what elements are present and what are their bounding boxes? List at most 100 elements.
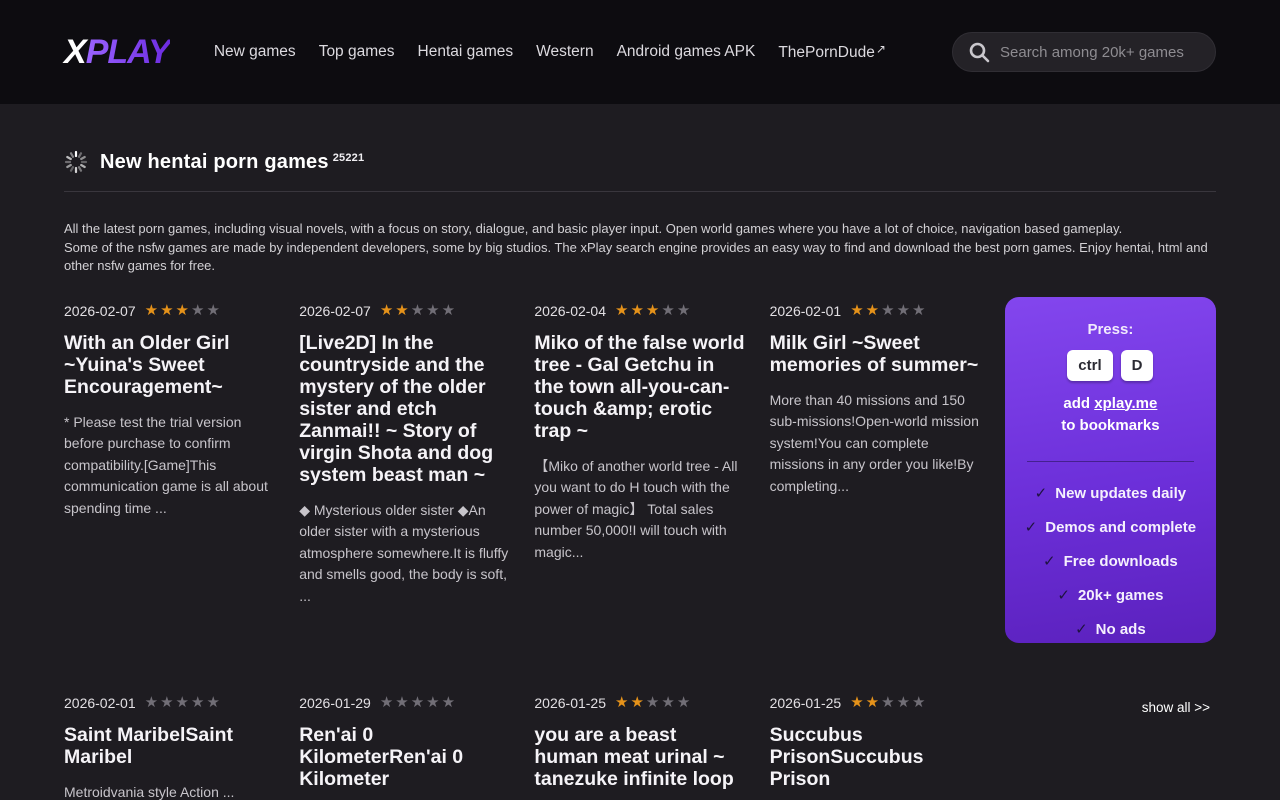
star-icon: ★ xyxy=(615,302,630,319)
games-count-badge: 25221 xyxy=(333,152,365,164)
game-title[interactable]: Milk Girl ~Sweet memories of summer~ xyxy=(770,332,981,376)
star-icon: ★ xyxy=(176,694,191,711)
star-rating: ★★★★★ xyxy=(850,303,927,318)
xplay-me-link[interactable]: xplay.me xyxy=(1094,395,1157,412)
promo-feature: ✓No ads xyxy=(1019,620,1202,638)
main-nav: New games Top games Hentai games Western… xyxy=(214,42,886,62)
site-header: XPLAY New games Top games Hentai games W… xyxy=(0,0,1280,104)
star-icon: ★ xyxy=(442,302,457,319)
star-icon: ★ xyxy=(206,302,221,319)
star-icon: ★ xyxy=(630,694,645,711)
star-icon: ★ xyxy=(426,694,441,711)
star-icon: ★ xyxy=(646,694,661,711)
game-date: 2026-01-29 xyxy=(299,695,371,711)
star-rating: ★★★★★ xyxy=(145,303,222,318)
nav-top-games[interactable]: Top games xyxy=(319,43,395,61)
nav-new-games[interactable]: New games xyxy=(214,43,296,61)
star-icon: ★ xyxy=(206,694,221,711)
star-icon: ★ xyxy=(395,694,410,711)
game-title[interactable]: [Live2D] In the countryside and the myst… xyxy=(299,332,510,486)
check-icon: ✓ xyxy=(1035,485,1048,502)
external-link-icon: ↗ xyxy=(876,42,886,56)
game-card[interactable]: 2026-02-01★★★★★ Saint MaribelSaint Marib… xyxy=(64,689,275,800)
game-date: 2026-02-07 xyxy=(64,303,136,319)
nav-hentai-games[interactable]: Hentai games xyxy=(418,43,514,61)
star-icon: ★ xyxy=(145,694,160,711)
game-description: More than 40 missions and 150 sub-missio… xyxy=(770,390,981,498)
nav-theporndude[interactable]: ThePornDude↗ xyxy=(778,42,886,62)
main-content: New hentai porn games25221 All the lates… xyxy=(0,150,1280,800)
game-title[interactable]: Miko of the false world tree - Gal Getch… xyxy=(534,332,745,442)
star-icon: ★ xyxy=(411,694,426,711)
star-icon: ★ xyxy=(191,694,206,711)
game-title[interactable]: Ren'ai 0 KilometerRen'ai 0 Kilometer xyxy=(299,724,510,790)
promo-suffix: to bookmarks xyxy=(1019,417,1202,434)
star-icon: ★ xyxy=(176,302,191,319)
star-icon: ★ xyxy=(661,694,676,711)
star-icon: ★ xyxy=(866,694,881,711)
game-description: ◆ Mysterious older sister ◆An older sist… xyxy=(299,500,510,608)
promo-feature: ✓New updates daily xyxy=(1019,484,1202,502)
promo-feature-list: ✓New updates daily ✓Demos and complete ✓… xyxy=(1019,484,1202,638)
game-title[interactable]: With an Older Girl ~Yuina's Sweet Encour… xyxy=(64,332,275,398)
page-title: New hentai porn games25221 xyxy=(100,151,364,174)
game-date: 2026-02-01 xyxy=(770,303,842,319)
game-title[interactable]: Saint MaribelSaint Maribel xyxy=(64,724,275,768)
star-icon: ★ xyxy=(677,694,692,711)
game-date: 2026-01-25 xyxy=(770,695,842,711)
star-rating: ★★★★★ xyxy=(615,303,692,318)
star-icon: ★ xyxy=(380,302,395,319)
star-icon: ★ xyxy=(912,302,927,319)
games-grid: 2026-02-07★★★★★ With an Older Girl ~Yuin… xyxy=(64,297,1216,800)
search-icon xyxy=(967,40,991,64)
game-card[interactable]: 2026-01-25 ★★★★★ Succubus PrisonSuccubus … xyxy=(770,689,981,800)
promo-feature: ✓Demos and complete xyxy=(1019,518,1202,536)
logo-play: PLAY xyxy=(86,33,170,71)
check-icon: ✓ xyxy=(1057,587,1070,604)
promo-feature: ✓20k+ games xyxy=(1019,586,1202,604)
star-rating: ★★★★★ xyxy=(850,695,927,710)
game-card[interactable]: 2026-02-01 ★★★★★ Milk Girl ~Sweet memorie… xyxy=(770,297,981,689)
star-icon: ★ xyxy=(426,302,441,319)
search-input[interactable] xyxy=(1000,44,1201,61)
star-icon: ★ xyxy=(615,694,630,711)
game-date: 2026-02-07 xyxy=(299,303,371,319)
spinner-icon xyxy=(64,150,88,174)
nav-western[interactable]: Western xyxy=(536,43,593,61)
game-title[interactable]: you are a beast human meat urinal ~ tane… xyxy=(534,724,745,790)
star-icon: ★ xyxy=(897,302,912,319)
star-icon: ★ xyxy=(630,302,645,319)
game-card[interactable]: 2026-02-04 ★★★★★ Miko of the false world … xyxy=(534,297,745,689)
nav-android-apk[interactable]: Android games APK xyxy=(617,43,756,61)
star-icon: ★ xyxy=(850,302,865,319)
logo-x: X xyxy=(64,33,86,71)
game-description: 【Miko of another world tree - All you wa… xyxy=(534,456,745,564)
search-bar[interactable] xyxy=(952,32,1216,72)
description-line: Some of the nsfw games are made by indep… xyxy=(64,239,1216,276)
star-icon: ★ xyxy=(145,302,160,319)
star-icon: ★ xyxy=(380,694,395,711)
game-description: * Please test the trial version before p… xyxy=(64,412,275,520)
star-icon: ★ xyxy=(411,302,426,319)
game-date: 2026-01-25 xyxy=(534,695,606,711)
star-icon: ★ xyxy=(881,694,896,711)
game-date: 2026-02-04 xyxy=(534,303,606,319)
game-card[interactable]: 2026-01-29★★★★★ Ren'ai 0 KilometerRen'ai… xyxy=(299,689,510,800)
show-all-link[interactable]: show all >> xyxy=(1142,700,1210,715)
description-line: All the latest porn games, including vis… xyxy=(64,220,1216,239)
star-icon: ★ xyxy=(866,302,881,319)
star-icon: ★ xyxy=(850,694,865,711)
page-title-row: New hentai porn games25221 xyxy=(64,150,1216,174)
game-card[interactable]: 2026-02-07★★★★★ [Live2D] In the countrys… xyxy=(299,297,510,689)
logo[interactable]: XPLAY xyxy=(64,33,170,72)
star-icon: ★ xyxy=(442,694,457,711)
promo-press-label: Press: xyxy=(1019,321,1202,338)
title-divider xyxy=(64,191,1216,192)
star-icon: ★ xyxy=(160,302,175,319)
game-card[interactable]: 2026-02-07 ★★★★★ With an Older Girl ~Yuin… xyxy=(64,297,275,689)
star-icon: ★ xyxy=(646,302,661,319)
game-card[interactable]: 2026-01-25★★★★★ you are a beast human me… xyxy=(534,689,745,800)
ctrl-key: ctrl xyxy=(1067,350,1112,381)
nav-theporndude-label: ThePornDude xyxy=(778,44,875,61)
game-title[interactable]: Succubus PrisonSuccubus Prison xyxy=(770,724,981,790)
